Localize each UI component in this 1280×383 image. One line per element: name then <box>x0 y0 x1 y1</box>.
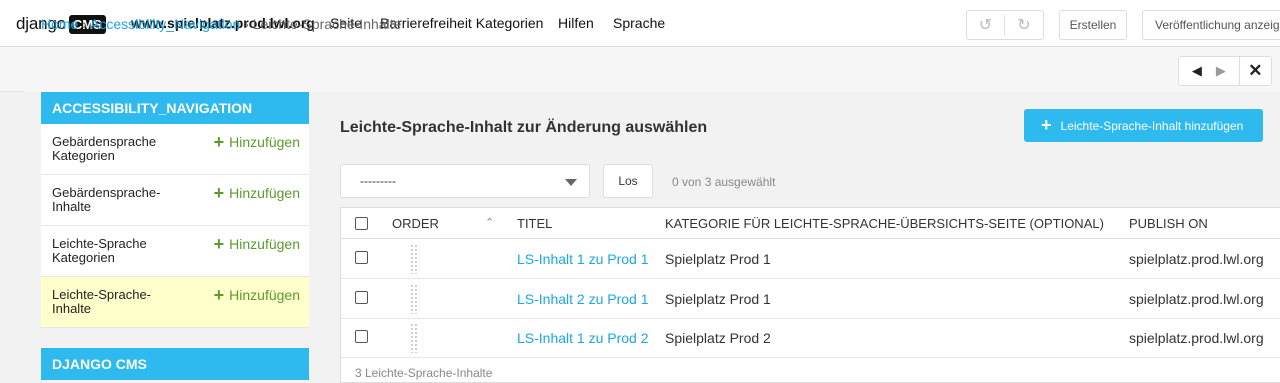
breadcrumb: Home › Accessibility_Navigation › Leicht… <box>41 16 401 32</box>
add-link[interactable]: + Hinzufügen <box>213 183 300 203</box>
module-django-cms: DJANGO CMS <box>41 348 309 380</box>
module-item-label[interactable]: Gebärdensprache Kategorien <box>52 135 182 163</box>
drag-handle-icon[interactable] <box>410 323 418 353</box>
row-category: Spielplatz Prod 2 <box>665 329 771 346</box>
forward-arrow-icon[interactable]: ▶ <box>1216 63 1226 79</box>
breadcrumb-section[interactable]: Accessibility_Navigation <box>90 16 240 32</box>
add-link-label: Hinzufügen <box>229 287 300 303</box>
add-link-label: Hinzufügen <box>229 185 300 201</box>
plus-icon: + <box>213 285 225 305</box>
plus-icon: + <box>1041 115 1052 135</box>
back-arrow-icon[interactable]: ◀ <box>1192 63 1202 79</box>
add-link[interactable]: + Hinzufügen <box>213 132 300 152</box>
sideframe-history: ◀ ▶ <box>1179 57 1240 85</box>
sort-ascending-icon[interactable]: ⌃ <box>485 216 494 229</box>
go-button[interactable]: Los <box>603 164 653 198</box>
add-link[interactable]: + Hinzufügen <box>213 285 300 305</box>
results-count: 3 Leichte-Sprache-Inhalte <box>355 366 493 380</box>
action-select-value: --------- <box>360 174 396 188</box>
row-publish-on: spielplatz.prod.lwl.org <box>1129 329 1264 346</box>
undo-icon[interactable]: ↺ <box>967 15 1006 35</box>
plus-icon: + <box>213 234 225 254</box>
row-title-link[interactable]: LS-Inhalt 1 zu Prod 2 <box>517 318 649 357</box>
column-titel[interactable]: TITEL <box>517 208 552 238</box>
breadcrumb-separator: › <box>244 16 249 32</box>
breadcrumb-home[interactable]: Home <box>41 16 78 32</box>
drag-handle-icon[interactable] <box>410 244 418 274</box>
row-category: Spielplatz Prod 1 <box>665 250 771 267</box>
add-link-label: Hinzufügen <box>229 236 300 252</box>
module-item-label[interactable]: Leichte-Sprache-Inhalte <box>52 288 182 316</box>
view-published-button[interactable]: Veröffentlichung anzeigen <box>1142 10 1280 40</box>
toolbar-menu-hilfen[interactable]: Hilfen <box>558 15 594 31</box>
page-title: Leichte-Sprache-Inhalt zur Änderung ausw… <box>340 119 708 136</box>
create-button[interactable]: Erstellen <box>1059 10 1127 40</box>
column-order[interactable]: ORDER <box>392 208 439 238</box>
plus-icon: + <box>213 183 225 203</box>
row-publish-on: spielplatz.prod.lwl.org <box>1129 290 1264 307</box>
breadcrumb-separator: › <box>82 16 87 32</box>
module-accessibility-navigation: ACCESSIBILITY_NAVIGATION Gebärdensprache… <box>41 92 309 328</box>
module-header[interactable]: DJANGO CMS <box>41 348 309 380</box>
sideframe-controls: ◀ ▶ ✕ <box>1178 56 1272 86</box>
row-title-link[interactable]: LS-Inhalt 1 zu Prod 1 <box>517 239 649 278</box>
row-checkbox[interactable] <box>355 291 368 304</box>
results-table: ORDER ⌃ TITEL KATEGORIE FÜR LEICHTE-SPRA… <box>340 207 1280 383</box>
module-header[interactable]: ACCESSIBILITY_NAVIGATION <box>41 92 309 124</box>
row-publish-on: spielplatz.prod.lwl.org <box>1129 250 1264 267</box>
row-title-link[interactable]: LS-Inhalt 2 zu Prod 1 <box>517 279 649 318</box>
breadcrumb-current: Leichte-Sprache-Inhalte <box>252 16 402 32</box>
module-item-leichte-sprache-kategorien[interactable]: Leichte-Sprache Kategorien + Hinzufügen <box>41 226 309 277</box>
table-header: ORDER ⌃ TITEL KATEGORIE FÜR LEICHTE-SPRA… <box>341 208 1280 239</box>
module-item-gebaerdensprache-kategorien[interactable]: Gebärdensprache Kategorien + Hinzufügen <box>41 124 309 175</box>
table-row: LS-Inhalt 1 zu Prod 1 Spielplatz Prod 1 … <box>341 239 1280 279</box>
chevron-down-icon <box>565 179 577 186</box>
column-kategorie[interactable]: KATEGORIE FÜR LEICHTE-SPRACHE-ÜBERSICHTS… <box>665 208 1104 238</box>
module-item-gebaerdensprache-inhalte[interactable]: Gebärdensprache-Inhalte + Hinzufügen <box>41 175 309 226</box>
add-content-button[interactable]: + Leichte-Sprache-Inhalt hinzufügen <box>1024 109 1263 142</box>
redo-icon[interactable]: ↻ <box>1005 15 1043 35</box>
add-link-label: Hinzufügen <box>229 134 300 150</box>
row-checkbox[interactable] <box>355 330 368 343</box>
select-all-checkbox[interactable] <box>355 217 368 230</box>
drag-handle-icon[interactable] <box>410 284 418 314</box>
row-category: Spielplatz Prod 1 <box>665 290 771 307</box>
row-checkbox[interactable] <box>355 251 368 264</box>
add-link[interactable]: + Hinzufügen <box>213 234 300 254</box>
module-item-leichte-sprache-inhalte[interactable]: Leichte-Sprache-Inhalte + Hinzufügen <box>41 277 309 328</box>
column-publish-on[interactable]: PUBLISH ON <box>1129 208 1208 238</box>
breadcrumb-bar-inner <box>24 47 1280 92</box>
toolbar-menu-sprache[interactable]: Sprache <box>613 15 665 31</box>
close-icon[interactable]: ✕ <box>1240 57 1271 85</box>
action-select[interactable]: --------- <box>340 164 590 198</box>
plus-icon: + <box>213 132 225 152</box>
table-row: LS-Inhalt 2 zu Prod 1 Spielplatz Prod 1 … <box>341 279 1280 319</box>
table-row: LS-Inhalt 1 zu Prod 2 Spielplatz Prod 2 … <box>341 318 1280 358</box>
module-item-label[interactable]: Gebärdensprache-Inhalte <box>52 186 182 214</box>
module-item-label[interactable]: Leichte-Sprache Kategorien <box>52 237 182 265</box>
breadcrumb-bar <box>0 47 1280 92</box>
toolbar-menu-barrierefreiheit[interactable]: Barrierefreiheit Kategorien <box>380 15 543 31</box>
add-content-label: Leichte-Sprache-Inhalt hinzufügen <box>1060 118 1244 133</box>
selection-counter: 0 von 3 ausgewählt <box>672 175 776 189</box>
undo-redo-group: ↺ ↻ <box>966 10 1044 40</box>
